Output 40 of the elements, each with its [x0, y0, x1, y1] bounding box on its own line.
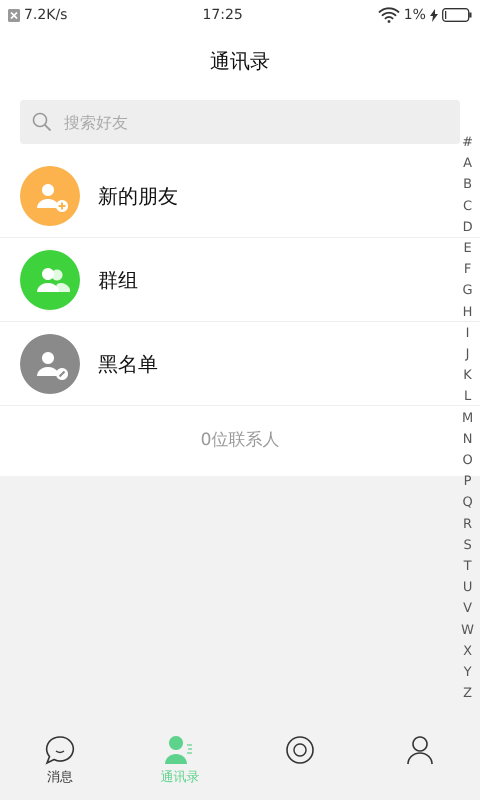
index-letter[interactable]: G — [462, 280, 473, 302]
index-letter[interactable]: P — [464, 471, 472, 492]
index-letter[interactable]: S — [463, 534, 472, 556]
index-letter[interactable]: J — [466, 344, 470, 366]
index-letter[interactable]: M — [462, 408, 474, 429]
index-letter[interactable]: R — [463, 514, 472, 535]
index-letter[interactable]: K — [463, 365, 472, 386]
index-letter[interactable]: B — [463, 174, 472, 196]
index-letter[interactable]: L — [464, 386, 472, 408]
index-letter[interactable]: O — [462, 450, 473, 472]
index-letter[interactable]: E — [463, 238, 472, 260]
index-letter[interactable]: H — [462, 302, 472, 323]
wifi-icon — [378, 7, 400, 23]
battery-icon — [442, 8, 472, 22]
clock: 17:25 — [202, 6, 243, 24]
chat-bubble-icon — [44, 734, 76, 766]
index-letter[interactable]: X — [463, 640, 472, 662]
index-letter[interactable]: A — [463, 153, 472, 174]
index-letter[interactable]: N — [462, 428, 472, 450]
index-letter[interactable]: V — [463, 598, 472, 620]
index-letter[interactable]: # — [462, 132, 474, 154]
index-letter[interactable]: I — [466, 322, 470, 344]
battery-percent: 1% — [404, 6, 426, 24]
contact-count: 0位联系人 — [200, 429, 280, 452]
index-letter[interactable]: Y — [464, 662, 472, 684]
index-letter[interactable]: Q — [462, 492, 473, 514]
index-letter[interactable]: T — [464, 556, 472, 578]
index-letter[interactable]: U — [462, 577, 472, 598]
tab[interactable]: 消息 — [0, 728, 120, 800]
no-sim-icon — [8, 8, 20, 22]
index-letter[interactable]: Z — [463, 683, 472, 704]
person-icon — [404, 734, 436, 766]
page-title: 通讯录 — [210, 48, 270, 75]
index-letter[interactable]: C — [463, 196, 472, 217]
charging-icon — [430, 8, 438, 22]
index-letter[interactable]: D — [462, 216, 473, 238]
search-field[interactable]: 搜索好友 — [20, 100, 460, 144]
index-letter[interactable]: W — [461, 620, 474, 641]
network-speed: 7.2K/s — [24, 6, 68, 24]
index-letter[interactable]: F — [464, 259, 472, 280]
